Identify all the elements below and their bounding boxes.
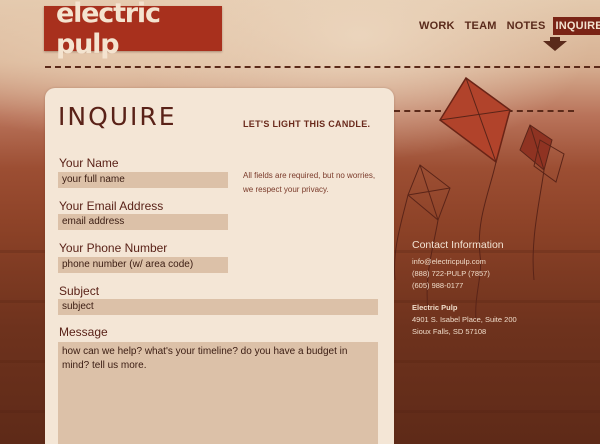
tagline: LET'S LIGHT THIS CANDLE. (243, 119, 371, 129)
name-field[interactable]: your full name (58, 172, 228, 188)
header-divider (45, 66, 600, 68)
contact-email-link[interactable]: info@electricpulp.com (412, 257, 486, 266)
email-field[interactable]: email address (58, 214, 228, 230)
nav-inquire[interactable]: INQUIRE (552, 17, 600, 35)
contact-phone-tollfree: (888) 722-PULP (7857) (412, 269, 490, 278)
contact-address-line1: 4901 S. Isabel Place, Suite 200 (412, 315, 517, 324)
logo[interactable]: electric pulp (44, 0, 222, 60)
phone-label: Your Phone Number (59, 241, 168, 255)
privacy-note: All fields are required, but no worries,… (243, 171, 376, 194)
contact-company: Electric Pulp (412, 303, 458, 312)
message-label: Message (59, 325, 108, 339)
nav-work[interactable]: WORK (416, 17, 458, 35)
nav-notes[interactable]: NOTES (504, 17, 549, 35)
message-field[interactable]: how can we help? what's your timeline? d… (58, 342, 378, 444)
main-nav: WORK TEAM NOTES INQUIRE (416, 17, 600, 35)
kites-illustration (393, 76, 565, 321)
contact-phone-local: (605) 988-0177 (412, 281, 464, 290)
contact-address-line2: Sioux Falls, SD 57108 (412, 327, 487, 336)
subject-field[interactable]: subject (58, 299, 378, 315)
subject-label: Subject (59, 284, 100, 298)
phone-field[interactable]: phone number (w/ area code) (58, 257, 228, 273)
down-arrow-icon (543, 41, 567, 51)
name-label: Your Name (59, 156, 119, 170)
logo-text: electric pulp (56, 0, 161, 60)
nav-team[interactable]: TEAM (462, 17, 500, 35)
page-title: INQUIRE (58, 102, 177, 131)
email-label: Your Email Address (59, 199, 164, 213)
contact-heading: Contact Information (412, 239, 504, 251)
